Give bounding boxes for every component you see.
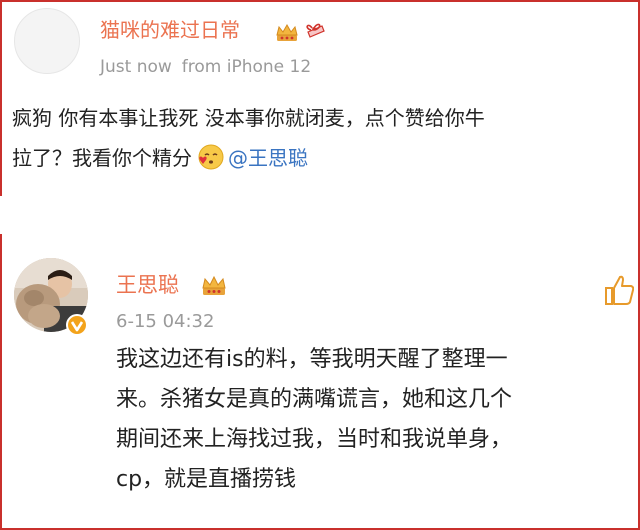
post-divider	[0, 196, 636, 234]
post-body: 我这边还有is的料，等我明天醒了整理一 来。杀猪女是真的满嘴谎言，她和这几个 期…	[116, 340, 626, 500]
gift-icon	[306, 23, 325, 38]
post-body-text: 拉了？我看你个精分	[12, 146, 192, 170]
post-time: Just now	[100, 57, 172, 77]
user-mention-link[interactable]: @王思聪	[228, 146, 308, 170]
post-body-line: 拉了？我看你个精分 @王思聪	[12, 138, 622, 178]
avatar[interactable]	[14, 8, 80, 74]
post-body-line: 来。杀猪女是真的满嘴谎言，她和这几个	[116, 387, 513, 412]
post-source: from iPhone 12	[181, 57, 312, 77]
kiss-heart-emoji-icon	[198, 144, 224, 170]
post-body-line: 疯狗 你有本事让我死 没本事你就闭麦，点个赞给你牛	[12, 106, 485, 130]
thumbs-up-icon[interactable]	[604, 274, 634, 306]
crown-icon	[276, 23, 298, 41]
verified-v-icon	[66, 314, 88, 336]
post-meta: Just now from iPhone 12	[100, 56, 311, 78]
crown-icon	[202, 275, 226, 295]
username[interactable]: 猫咪的难过日常	[100, 18, 240, 42]
post-time: 6-15 04:32	[116, 311, 215, 332]
post-body-line: 期间还来上海找过我，当时和我说单身，	[116, 427, 513, 452]
post-body-line: cp，就是直播捞钱	[116, 467, 297, 492]
post-body: 疯狗 你有本事让我死 没本事你就闭麦，点个赞给你牛 拉了？我看你个精分 @王思聪	[12, 98, 622, 178]
post-body-line: 我这边还有is的料，等我明天醒了整理一	[116, 347, 508, 372]
username[interactable]: 王思聪	[116, 272, 179, 298]
